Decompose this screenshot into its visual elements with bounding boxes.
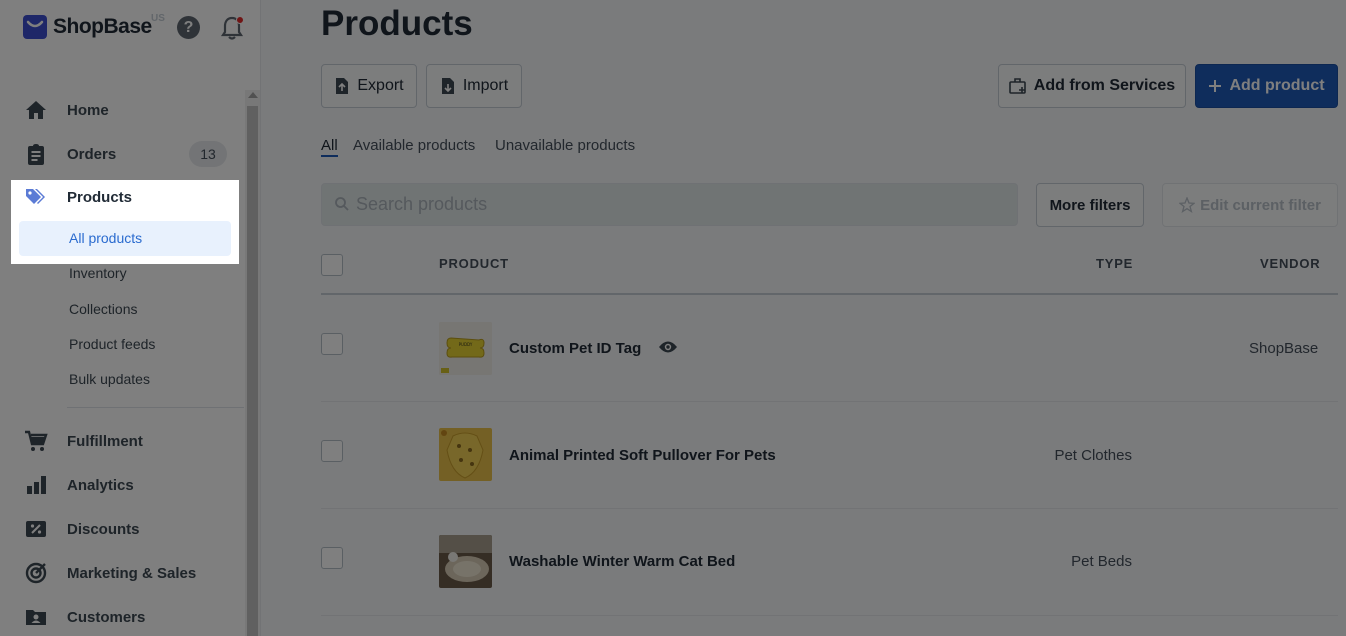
tag-icon	[26, 189, 45, 204]
sidebar-item-label: Products	[67, 189, 133, 206]
dim-overlay	[0, 0, 1346, 636]
sidebar-subitem-label: All products	[69, 230, 143, 246]
